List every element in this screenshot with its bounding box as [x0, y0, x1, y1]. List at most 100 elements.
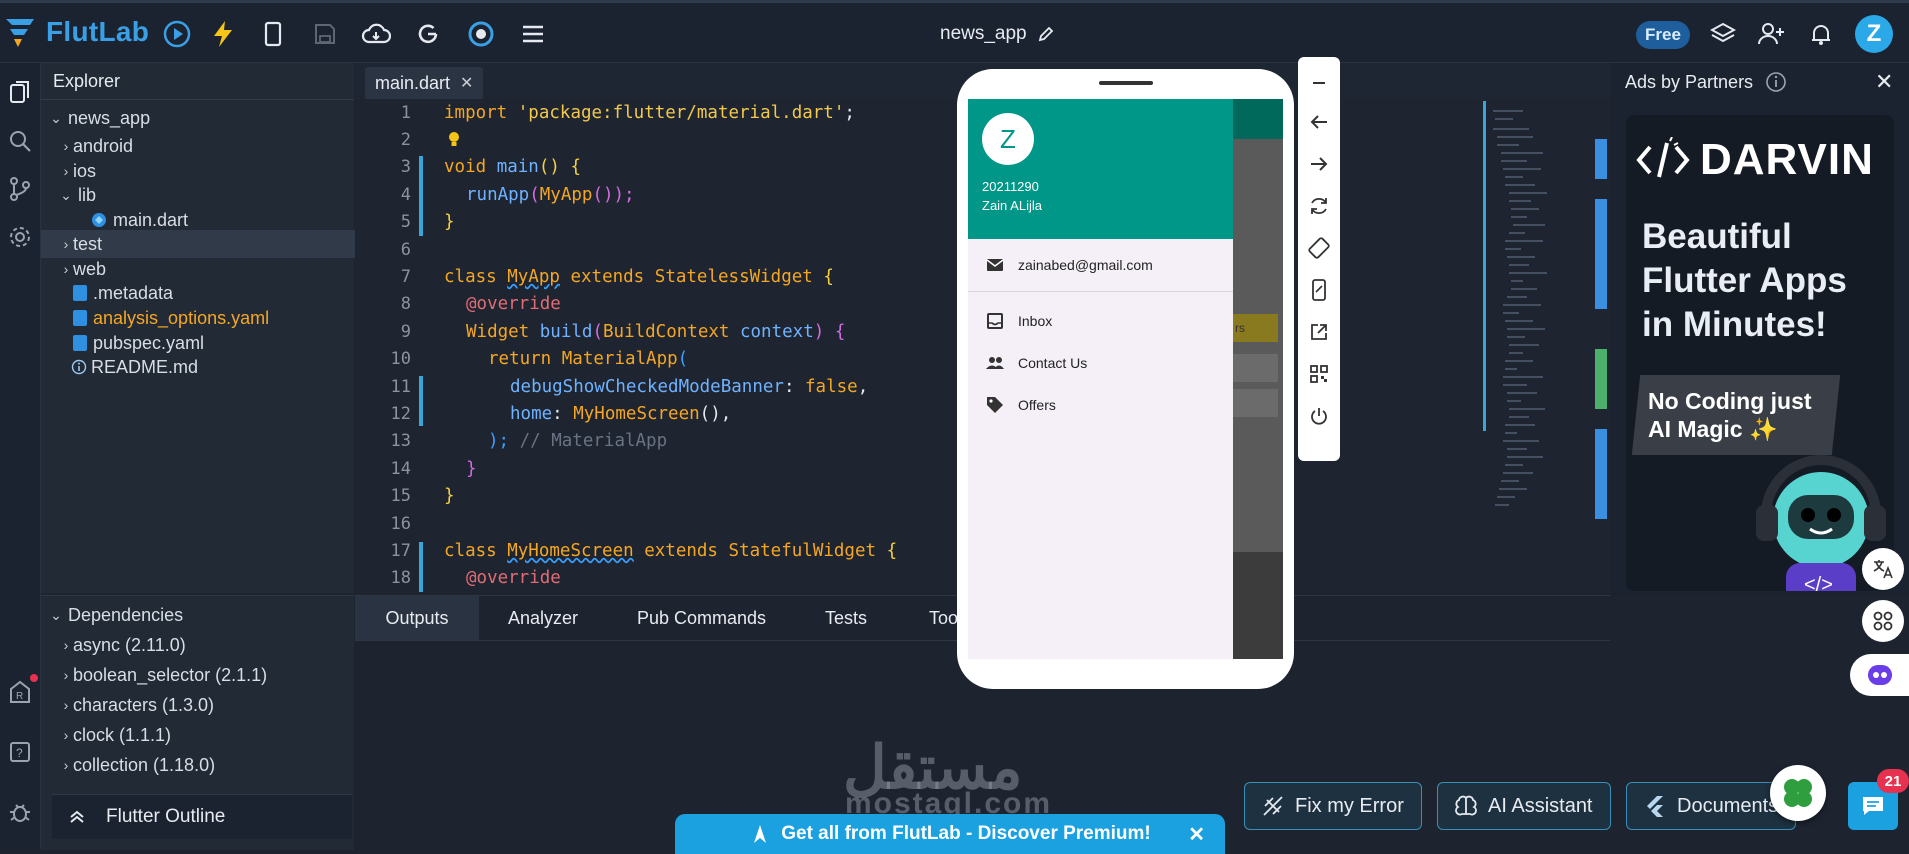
- code-minimap[interactable]: [1483, 101, 1553, 591]
- dependency-item[interactable]: › clock (1.1.1): [41, 721, 372, 749]
- close-icon[interactable]: ✕: [1188, 822, 1205, 847]
- source-control-icon[interactable]: [6, 175, 34, 203]
- tab-analyzer[interactable]: Analyzer: [508, 596, 578, 640]
- rotate-icon[interactable]: [1306, 235, 1332, 261]
- flutlab-logo[interactable]: FlutLab: [4, 15, 149, 49]
- close-icon[interactable]: ✕: [460, 73, 473, 93]
- flutter-outline-header[interactable]: Flutter Outline: [52, 794, 352, 839]
- tab-outputs[interactable]: Outputs: [355, 596, 479, 640]
- chevrons-up-icon: [70, 810, 84, 823]
- code-line: class MyApp extends StatelessWidget {: [444, 267, 834, 287]
- fix-my-error-button[interactable]: Fix my Error: [1244, 782, 1422, 830]
- chevron-right-icon: ›: [63, 727, 69, 743]
- tree-item-label: README.md: [91, 356, 199, 377]
- info-icon[interactable]: [1765, 71, 1787, 93]
- open-external-icon[interactable]: [1306, 319, 1332, 345]
- apps-button[interactable]: [1862, 600, 1904, 642]
- line-number: 15: [390, 486, 411, 506]
- assistant-button[interactable]: [1850, 654, 1909, 696]
- dependency-item[interactable]: › collection (1.18.0): [41, 751, 372, 779]
- project-title[interactable]: news_app: [940, 23, 1055, 45]
- forward-arrow-icon[interactable]: [1306, 151, 1332, 177]
- chevron-right-icon: ›: [63, 697, 69, 713]
- hot-reload-icon[interactable]: [208, 19, 238, 49]
- save-icon[interactable]: [310, 19, 340, 49]
- dependency-item[interactable]: › characters (1.3.0): [41, 691, 372, 719]
- ad-card[interactable]: DARVIN Beautiful Flutter Apps in Minutes…: [1626, 115, 1894, 591]
- files-icon[interactable]: [6, 78, 34, 106]
- debug-icon[interactable]: [6, 798, 34, 826]
- user-avatar[interactable]: Z: [1855, 15, 1893, 53]
- code-line: class MyHomeScreen extends StatefulWidge…: [444, 541, 898, 561]
- tree-item-label: analysis_options.yaml: [93, 307, 270, 328]
- tree-item-test[interactable]: › test: [41, 230, 372, 258]
- drawer-item-offers[interactable]: Offers: [968, 384, 1233, 426]
- layers-icon[interactable]: [1708, 19, 1738, 49]
- premium-banner[interactable]: Get all from FlutLab - Discover Premium!…: [675, 814, 1225, 854]
- lightbulb-icon[interactable]: [447, 131, 461, 154]
- drawer-item-label: Inbox: [1018, 313, 1053, 329]
- plan-badge[interactable]: Free: [1636, 21, 1690, 49]
- qr-code-icon[interactable]: [1306, 361, 1332, 387]
- drawer-avatar[interactable]: Z: [982, 113, 1034, 165]
- refresh-icon[interactable]: [1306, 193, 1332, 219]
- google-icon[interactable]: [413, 19, 443, 49]
- ad-brand: DARVIN: [1700, 135, 1874, 184]
- tree-item-lib[interactable]: ⌄ lib: [41, 181, 372, 209]
- tab-tools[interactable]: Too: [929, 596, 958, 640]
- translate-button[interactable]: [1862, 548, 1904, 590]
- dependency-item[interactable]: › boolean_selector (2.1.1): [41, 661, 372, 689]
- tree-item-android[interactable]: › android: [41, 132, 372, 160]
- help-icon[interactable]: ?: [6, 738, 34, 766]
- tree-item-readme[interactable]: README.md: [41, 353, 384, 381]
- explorer-panel: Explorer ⌄ news_app › android › ios ⌄ li…: [41, 63, 372, 593]
- code-line: runApp(MyApp());: [466, 185, 635, 205]
- tab-pub-commands[interactable]: Pub Commands: [637, 596, 766, 640]
- minimize-icon[interactable]: [1306, 67, 1332, 93]
- ai-assistant-button[interactable]: AI Assistant: [1437, 782, 1611, 830]
- phone-screen[interactable]: rs Z 20211290 Zain ALijla zainabed@gmail…: [968, 99, 1283, 659]
- peek-card: [1233, 354, 1278, 382]
- run-icon[interactable]: [162, 19, 192, 49]
- drawer-item-contact[interactable]: Contact Us: [968, 342, 1233, 384]
- phone-frame-icon[interactable]: [1306, 277, 1332, 303]
- drawer-email-row[interactable]: zainabed@gmail.com: [968, 244, 1233, 286]
- dependency-label: async (2.11.0): [73, 634, 186, 655]
- line-number: 1: [400, 103, 411, 123]
- power-icon[interactable]: [1306, 403, 1332, 429]
- ads-panel: Ads by Partners ✕ DARVIN Beautiful Flutt…: [1611, 63, 1909, 595]
- line-number: 12: [390, 404, 411, 424]
- chevron-right-icon: ›: [63, 138, 69, 154]
- tree-item-news-app[interactable]: ⌄ news_app: [41, 104, 362, 132]
- tree-item-label: test: [73, 233, 103, 254]
- clover-button[interactable]: [1770, 765, 1826, 821]
- drawer-item-inbox[interactable]: Inbox: [968, 300, 1233, 342]
- bell-icon[interactable]: [1806, 19, 1836, 49]
- tree-item-analysis-options[interactable]: analysis_options.yaml: [41, 304, 386, 332]
- dependency-item[interactable]: › async (2.11.0): [41, 631, 372, 659]
- ads-header: Ads by Partners: [1625, 71, 1787, 93]
- tree-item-metadata[interactable]: .metadata: [41, 279, 386, 307]
- code-line: @override: [466, 294, 561, 314]
- search-icon[interactable]: [6, 127, 34, 155]
- settings-icon[interactable]: [6, 223, 34, 251]
- repo-icon[interactable]: R: [6, 674, 38, 706]
- tab-tests[interactable]: Tests: [825, 596, 867, 640]
- line-number: 16: [390, 514, 411, 534]
- code-line: Widget build(BuildContext context) {: [466, 322, 846, 342]
- line-number: 7: [400, 267, 411, 287]
- tab-main-dart[interactable]: main.dart ✕: [365, 67, 484, 99]
- add-user-icon[interactable]: [1756, 19, 1786, 49]
- code-line: @override: [466, 568, 561, 588]
- scroll-indicator: [1595, 139, 1607, 179]
- drawer-item-label: Offers: [1018, 397, 1056, 413]
- dependencies-header[interactable]: ⌄ Dependencies: [41, 601, 362, 629]
- chat-badge: 21: [1877, 769, 1909, 793]
- firebase-icon[interactable]: [466, 19, 496, 49]
- cloud-download-icon[interactable]: [361, 19, 391, 49]
- back-arrow-icon[interactable]: [1306, 109, 1332, 135]
- device-icon[interactable]: [258, 19, 288, 49]
- edit-icon[interactable]: [1037, 25, 1055, 43]
- menu-icon[interactable]: [518, 19, 548, 49]
- close-icon[interactable]: ✕: [1875, 69, 1893, 95]
